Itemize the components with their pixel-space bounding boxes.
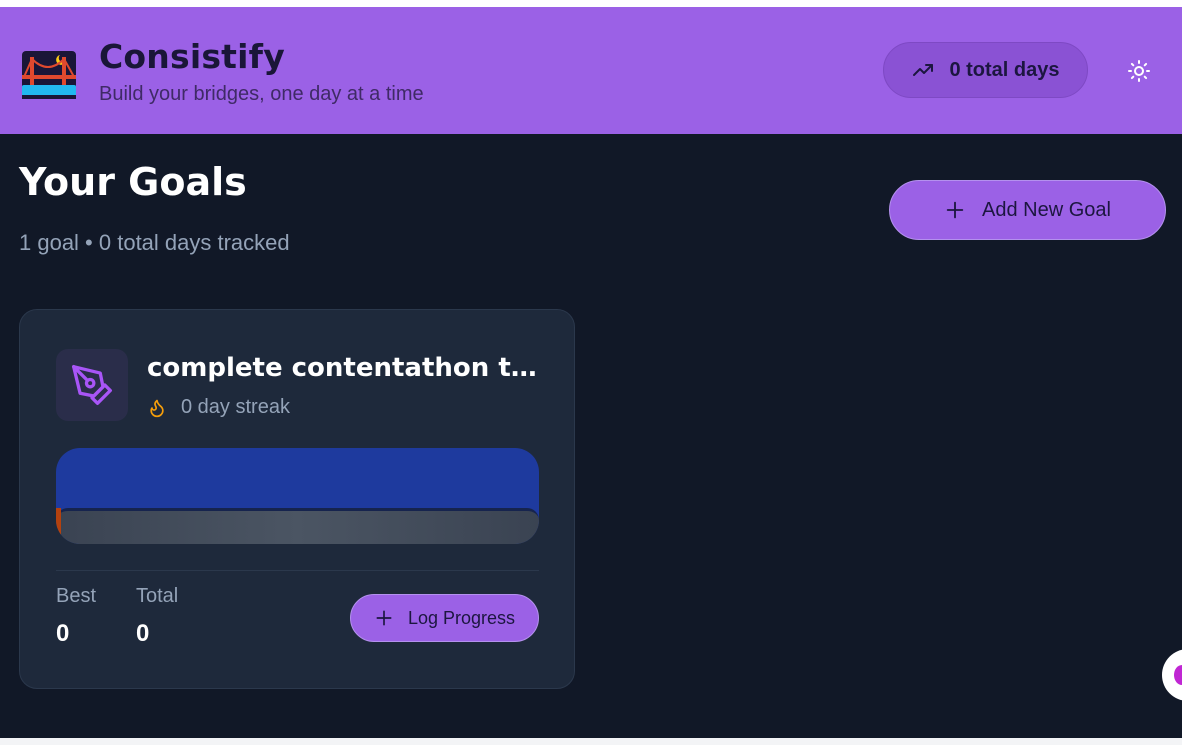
add-new-goal-button[interactable]: Add New Goal [889, 180, 1166, 240]
log-progress-label: Log Progress [407, 607, 516, 628]
flame-icon [150, 399, 164, 417]
theme-toggle-button[interactable] [1122, 54, 1156, 88]
bridge-progress-visual [56, 448, 539, 544]
app-title: Consistify [99, 37, 285, 76]
page-title: Your Goals [19, 160, 247, 204]
total-stat: Total 0 [136, 585, 178, 648]
total-days-label: 0 total days [949, 58, 1060, 81]
goal-card[interactable]: complete contentathon thr... 0 day strea… [19, 309, 575, 689]
plus-icon [946, 201, 964, 219]
goals-summary: 1 goal • 0 total days tracked [19, 230, 290, 255]
best-stat: Best 0 [56, 585, 96, 648]
goal-streak: 0 day streak [147, 396, 290, 419]
best-value: 0 [56, 620, 70, 647]
widget-icon [1174, 665, 1182, 685]
plus-icon [376, 610, 392, 626]
pen-tool-icon [72, 365, 112, 405]
goal-icon-box [56, 349, 128, 421]
total-label: Total [136, 585, 179, 607]
app-root: Consistify Build your bridges, one day a… [0, 7, 1182, 738]
window-bottom-strip [0, 738, 1182, 745]
window-top-strip [0, 0, 1182, 7]
bridge-track [56, 508, 539, 544]
add-new-goal-label: Add New Goal [982, 198, 1111, 221]
app-subtitle: Build your bridges, one day at a time [99, 83, 424, 105]
floating-chat-widget[interactable] [1162, 649, 1182, 701]
total-value: 0 [136, 620, 150, 647]
bridge-start-marker [56, 508, 61, 536]
streak-label: 0 day streak [181, 396, 290, 418]
trending-up-icon [913, 64, 934, 76]
goal-name: complete contentathon thr... [147, 353, 547, 383]
card-divider [56, 570, 539, 571]
app-header: Consistify Build your bridges, one day a… [0, 7, 1182, 134]
best-label: Best [56, 585, 97, 607]
bridge-logo-icon [22, 51, 76, 99]
sun-icon [1128, 60, 1150, 82]
total-days-badge: 0 total days [883, 42, 1088, 98]
log-progress-button[interactable]: Log Progress [350, 594, 539, 642]
